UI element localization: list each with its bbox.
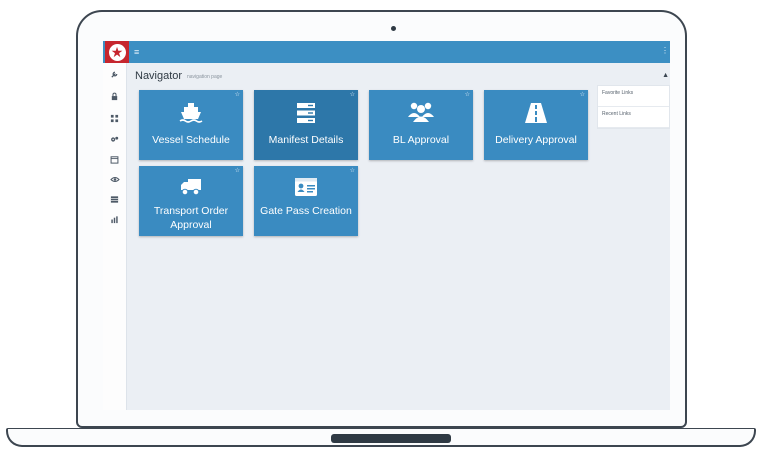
truck-icon bbox=[139, 177, 243, 202]
pin-icon[interactable]: ▲ bbox=[662, 72, 669, 79]
webcam bbox=[391, 26, 396, 31]
calendar-icon[interactable] bbox=[109, 155, 120, 166]
favorite-star-icon[interactable]: ☆ bbox=[350, 167, 355, 175]
id-card-icon bbox=[254, 177, 358, 202]
favorite-star-icon[interactable]: ☆ bbox=[465, 91, 470, 99]
laptop-trackpad-notch bbox=[331, 434, 451, 443]
tile-label: Delivery Approval bbox=[495, 134, 577, 146]
ship-icon bbox=[139, 102, 243, 129]
menu-toggle-icon[interactable]: ≡ bbox=[134, 46, 139, 58]
logo-glyph: ★ bbox=[110, 44, 124, 60]
table-icon[interactable] bbox=[109, 195, 120, 206]
road-icon bbox=[484, 102, 588, 129]
tile-label: Gate Pass Creation bbox=[260, 205, 352, 217]
star-logo-icon: ★ bbox=[108, 43, 126, 61]
eye-icon[interactable] bbox=[109, 175, 120, 186]
favorite-star-icon[interactable]: ☆ bbox=[580, 91, 585, 99]
links-panel: Favorite Links Recent Links bbox=[597, 85, 670, 129]
users-group-icon bbox=[369, 101, 473, 128]
lock-icon[interactable] bbox=[109, 92, 120, 103]
tile-gate-pass-creation[interactable]: ☆ Gate Pass Creation bbox=[254, 166, 358, 236]
favorite-star-icon[interactable]: ☆ bbox=[235, 91, 240, 99]
tile-label: Manifest Details bbox=[268, 134, 344, 146]
tile-label: BL Approval bbox=[392, 134, 450, 146]
favorite-star-icon[interactable]: ☆ bbox=[350, 91, 355, 99]
favorite-star-icon[interactable]: ☆ bbox=[235, 167, 240, 175]
sidebar bbox=[103, 63, 127, 410]
tile-label: Transport Order Approval bbox=[153, 205, 229, 231]
tile-label: Vessel Schedule bbox=[152, 134, 230, 146]
top-navbar: ★ ≡ ⋮ bbox=[103, 41, 670, 63]
topbar-right-icon[interactable]: ⋮ bbox=[661, 46, 669, 55]
app-logo[interactable]: ★ bbox=[105, 41, 129, 63]
page-subtitle: navigation page bbox=[187, 74, 223, 80]
ship-grid-icon[interactable] bbox=[109, 114, 120, 125]
recent-links-item[interactable]: Recent Links bbox=[598, 107, 669, 128]
tile-bl-approval[interactable]: ☆ BL Approval bbox=[369, 90, 473, 160]
favorite-links-item[interactable]: Favorite Links bbox=[598, 86, 669, 107]
cogs-icon[interactable] bbox=[109, 135, 120, 146]
tile-vessel-schedule[interactable]: ☆ Vessel Schedule bbox=[139, 90, 243, 160]
app-screen: ★ ≡ ⋮ Navigator navigation page ▲ ☆ Vess… bbox=[103, 41, 670, 410]
wrench-icon[interactable] bbox=[109, 70, 120, 81]
server-list-icon bbox=[254, 102, 358, 129]
tile-transport-order-approval[interactable]: ☆ Transport Order Approval bbox=[139, 166, 243, 236]
chart-icon[interactable] bbox=[109, 215, 120, 226]
tile-delivery-approval[interactable]: ☆ Delivery Approval bbox=[484, 90, 588, 160]
page-title: Navigator bbox=[135, 70, 183, 82]
tile-manifest-details[interactable]: ☆ Manifest Details bbox=[254, 90, 358, 160]
